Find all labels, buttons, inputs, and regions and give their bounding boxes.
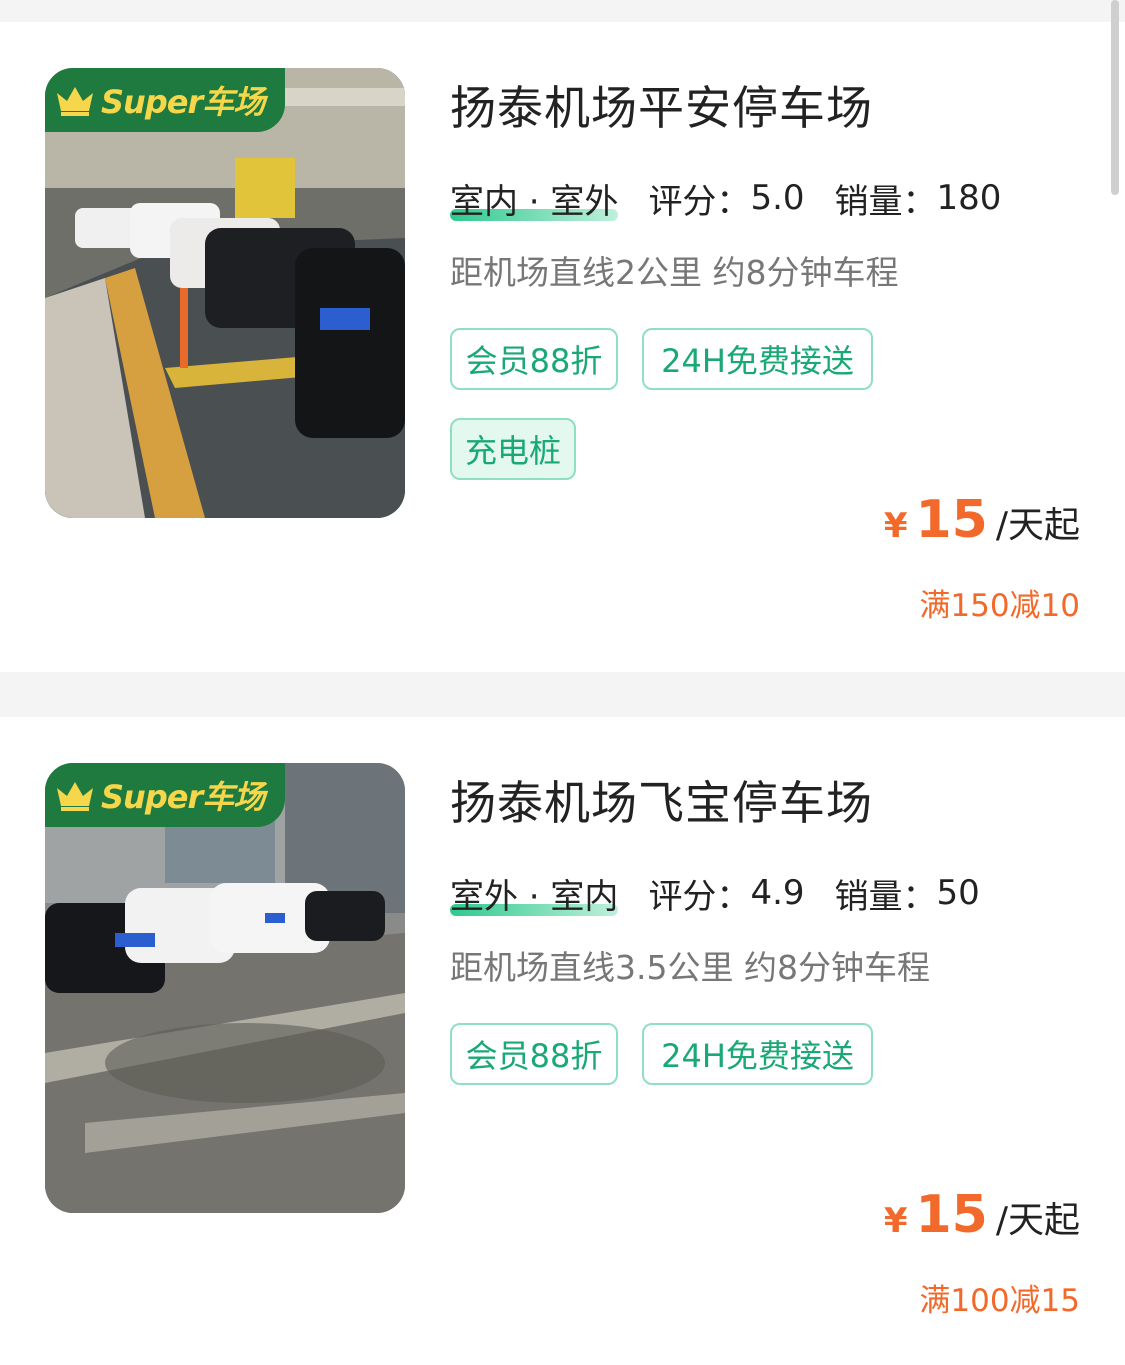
distance-info: 距机场直线2公里 约8分钟车程 xyxy=(450,253,899,292)
rating-value: 4.9 xyxy=(750,873,805,913)
sales-value: 50 xyxy=(936,873,980,913)
rating-value: 5.0 xyxy=(750,178,805,218)
price-value: 15 xyxy=(915,1185,988,1245)
parking-type-label: 室内 · 室外 xyxy=(450,181,619,222)
parking-photo-outdoor xyxy=(45,763,405,1213)
parking-list-page: Super车场 扬泰机场平安停车场 室内 · 室外 评分： 5.0 销量： 18… xyxy=(0,0,1125,1365)
crown-icon xyxy=(57,87,93,116)
parking-card[interactable]: Super车场 扬泰机场平安停车场 室内 · 室外 评分： 5.0 销量： 18… xyxy=(0,22,1125,672)
badge-label: Super车场 xyxy=(101,83,265,121)
parking-photo[interactable]: Super车场 xyxy=(45,68,405,518)
sales-label: 销量： xyxy=(834,181,937,222)
tag-charging-pile: 充电桩 xyxy=(450,418,576,480)
currency-symbol: ¥ xyxy=(883,1201,908,1241)
parking-meta: 室内 · 室外 评分： 5.0 销量： 180 xyxy=(450,172,1031,224)
distance-info: 距机场直线3.5公里 约8分钟车程 xyxy=(450,948,930,987)
price-unit: /天起 xyxy=(995,1200,1080,1241)
rating-label: 评分： xyxy=(648,876,751,917)
super-parking-badge: Super车场 xyxy=(45,763,285,827)
badge-label: Super车场 xyxy=(101,778,265,816)
super-parking-badge: Super车场 xyxy=(45,68,285,132)
parking-card[interactable]: Super车场 扬泰机场飞宝停车场 室外 · 室内 评分： 4.9 销量： 50… xyxy=(0,717,1125,1365)
price: ¥ 15 /天起 xyxy=(884,1185,1080,1245)
tag-member-discount: 会员88折 xyxy=(450,1023,618,1085)
price-unit: /天起 xyxy=(995,505,1080,546)
price-value: 15 xyxy=(915,490,988,550)
tag-free-shuttle: 24H免费接送 xyxy=(642,328,873,390)
tag-free-shuttle: 24H免费接送 xyxy=(642,1023,873,1085)
scrollbar[interactable] xyxy=(1111,0,1119,195)
parking-photo[interactable]: Super车场 xyxy=(45,763,405,1213)
parking-title[interactable]: 扬泰机场飞宝停车场 xyxy=(450,767,873,833)
parking-type-label: 室外 · 室内 xyxy=(450,876,619,917)
sales-value: 180 xyxy=(936,178,1002,218)
parking-type: 室外 · 室内 xyxy=(450,869,619,918)
sales-label: 销量： xyxy=(834,876,937,917)
discount-info: 满100减15 xyxy=(919,1283,1080,1319)
parking-photo-indoor xyxy=(45,68,405,518)
rating-label: 评分： xyxy=(648,181,751,222)
parking-title[interactable]: 扬泰机场平安停车场 xyxy=(450,72,873,138)
tag-member-discount: 会员88折 xyxy=(450,328,618,390)
discount-info: 满150减10 xyxy=(919,588,1080,624)
price: ¥ 15 /天起 xyxy=(884,490,1080,550)
currency-symbol: ¥ xyxy=(883,506,908,546)
crown-icon xyxy=(57,782,93,811)
parking-meta: 室外 · 室内 评分： 4.9 销量： 50 xyxy=(450,867,1010,919)
parking-type: 室内 · 室外 xyxy=(450,174,619,223)
